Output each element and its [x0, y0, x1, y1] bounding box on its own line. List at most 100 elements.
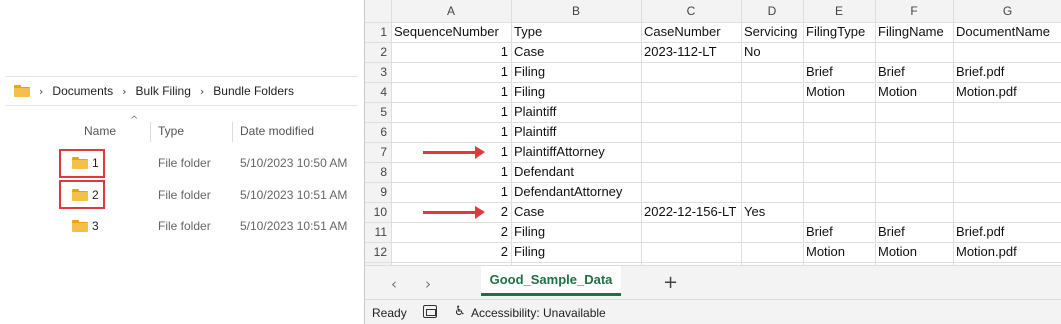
column-header-d[interactable]: D: [741, 0, 803, 22]
cell-a3[interactable]: 1: [394, 62, 508, 82]
cell-d2[interactable]: No: [744, 42, 800, 62]
row-header-10[interactable]: 10: [365, 202, 391, 222]
cell-b8[interactable]: Defendant: [514, 162, 638, 182]
cell-f3[interactable]: Brief: [878, 62, 950, 82]
cell-d11[interactable]: [744, 222, 800, 242]
folder-name[interactable]: 3: [72, 219, 99, 233]
cell-a1[interactable]: SequenceNumber: [394, 22, 508, 42]
cell-e3[interactable]: Brief: [806, 62, 872, 82]
sheet-tab-good-sample-data[interactable]: Good_Sample_Data: [481, 266, 621, 296]
accessibility-icon[interactable]: ♿: [454, 304, 466, 319]
row-header-8[interactable]: 8: [365, 162, 391, 182]
row-header-12[interactable]: 12: [365, 242, 391, 262]
cell-c7[interactable]: [644, 142, 738, 162]
cell-c8[interactable]: [644, 162, 738, 182]
cell-c6[interactable]: [644, 122, 738, 142]
breadcrumb-bulk-filing[interactable]: Bulk Filing: [136, 84, 191, 98]
cell-d7[interactable]: [744, 142, 800, 162]
cell-e7[interactable]: [806, 142, 872, 162]
row-header-6[interactable]: 6: [365, 122, 391, 142]
cell-c2[interactable]: 2023-112-LT: [644, 42, 738, 62]
next-sheet-button[interactable]: ›: [425, 275, 431, 293]
cell-a4[interactable]: 1: [394, 82, 508, 102]
cell-d6[interactable]: [744, 122, 800, 142]
row-header-7[interactable]: 7: [365, 142, 391, 162]
cell-a12[interactable]: 2: [394, 242, 508, 262]
breadcrumb-bundle-folders[interactable]: Bundle Folders: [213, 84, 294, 98]
cell-c5[interactable]: [644, 102, 738, 122]
breadcrumb-documents[interactable]: Documents: [52, 84, 113, 98]
cell-c9[interactable]: [644, 182, 738, 202]
cell-a11[interactable]: 2: [394, 222, 508, 242]
cell-d8[interactable]: [744, 162, 800, 182]
cell-e6[interactable]: [806, 122, 872, 142]
cell-e12[interactable]: Motion: [806, 242, 872, 262]
row-header-9[interactable]: 9: [365, 182, 391, 202]
cell-a2[interactable]: 1: [394, 42, 508, 62]
cell-b3[interactable]: Filing: [514, 62, 638, 82]
cell-b7[interactable]: PlaintiffAttorney: [514, 142, 638, 162]
select-all-corner[interactable]: [365, 0, 391, 22]
cell-e11[interactable]: Brief: [806, 222, 872, 242]
cell-f9[interactable]: [878, 182, 950, 202]
cell-a5[interactable]: 1: [394, 102, 508, 122]
cell-d12[interactable]: [744, 242, 800, 262]
cell-c4[interactable]: [644, 82, 738, 102]
cell-f11[interactable]: Brief: [878, 222, 950, 242]
cell-g8[interactable]: [956, 162, 1059, 182]
cell-b9[interactable]: DefendantAttorney: [514, 182, 638, 202]
add-sheet-button[interactable]: +: [663, 272, 678, 293]
folder-row-3[interactable]: 3 File folder 5/10/2023 10:51 AM: [60, 213, 360, 239]
spreadsheet-grid[interactable]: ABCDEFG12345678910111213SequenceNumberTy…: [365, 0, 1061, 265]
cell-d9[interactable]: [744, 182, 800, 202]
cell-g3[interactable]: Brief.pdf: [956, 62, 1059, 82]
cell-d1[interactable]: Servicing: [744, 22, 800, 42]
cell-c3[interactable]: [644, 62, 738, 82]
row-header-4[interactable]: 4: [365, 82, 391, 102]
column-header-date-modified[interactable]: Date modified: [240, 124, 314, 138]
column-header-g[interactable]: G: [953, 0, 1061, 22]
cell-c11[interactable]: [644, 222, 738, 242]
cell-b5[interactable]: Plaintiff: [514, 102, 638, 122]
cell-e2[interactable]: [806, 42, 872, 62]
row-header-1[interactable]: 1: [365, 22, 391, 42]
cell-g7[interactable]: [956, 142, 1059, 162]
column-header-b[interactable]: B: [511, 0, 641, 22]
cell-f5[interactable]: [878, 102, 950, 122]
cell-f12[interactable]: Motion: [878, 242, 950, 262]
cell-e4[interactable]: Motion: [806, 82, 872, 102]
cell-f8[interactable]: [878, 162, 950, 182]
cell-d10[interactable]: Yes: [744, 202, 800, 222]
cell-d3[interactable]: [744, 62, 800, 82]
cell-d4[interactable]: [744, 82, 800, 102]
row-header-11[interactable]: 11: [365, 222, 391, 242]
cell-f4[interactable]: Motion: [878, 82, 950, 102]
cell-b4[interactable]: Filing: [514, 82, 638, 102]
accessibility-status[interactable]: Accessibility: Unavailable: [471, 306, 606, 320]
cell-g4[interactable]: Motion.pdf: [956, 82, 1059, 102]
cell-g5[interactable]: [956, 102, 1059, 122]
cell-b2[interactable]: Case: [514, 42, 638, 62]
cell-e1[interactable]: FilingType: [806, 22, 872, 42]
column-divider[interactable]: [150, 122, 151, 142]
cell-g12[interactable]: Motion.pdf: [956, 242, 1059, 262]
cell-g2[interactable]: [956, 42, 1059, 62]
cell-e10[interactable]: [806, 202, 872, 222]
cell-f7[interactable]: [878, 142, 950, 162]
row-header-3[interactable]: 3: [365, 62, 391, 82]
cell-b11[interactable]: Filing: [514, 222, 638, 242]
cell-d5[interactable]: [744, 102, 800, 122]
cell-a8[interactable]: 1: [394, 162, 508, 182]
cell-e8[interactable]: [806, 162, 872, 182]
macro-recorder-icon[interactable]: [423, 305, 437, 318]
cell-a6[interactable]: 1: [394, 122, 508, 142]
cell-e9[interactable]: [806, 182, 872, 202]
cell-b1[interactable]: Type: [514, 22, 638, 42]
folder-row-2[interactable]: 2 File folder 5/10/2023 10:51 AM: [60, 182, 360, 208]
cell-b6[interactable]: Plaintiff: [514, 122, 638, 142]
cell-c1[interactable]: CaseNumber: [644, 22, 738, 42]
column-header-c[interactable]: C: [641, 0, 741, 22]
cell-b10[interactable]: Case: [514, 202, 638, 222]
row-header-2[interactable]: 2: [365, 42, 391, 62]
cell-c12[interactable]: [644, 242, 738, 262]
